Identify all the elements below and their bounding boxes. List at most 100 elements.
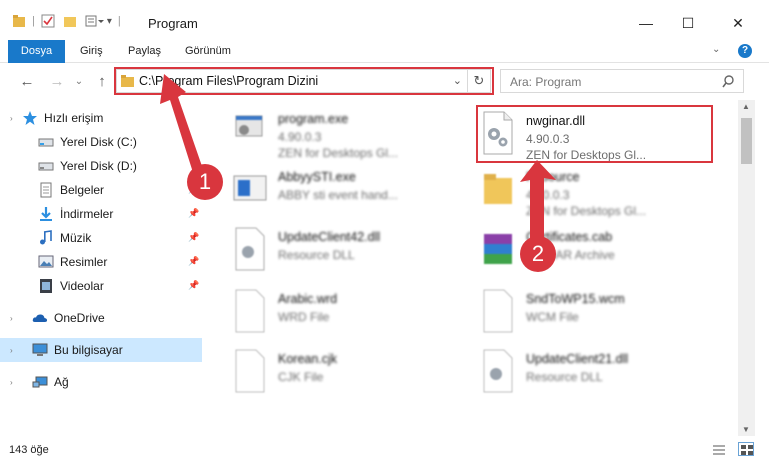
help-icon[interactable]: ? xyxy=(738,44,752,58)
file-name: Resource xyxy=(526,170,580,184)
dropdown-arrow-icon[interactable]: ▾ xyxy=(107,16,112,27)
sidebar-item-label: Resimler xyxy=(60,255,108,269)
sidebar-item-network[interactable]: › Ağ xyxy=(0,370,202,394)
file-item[interactable]: UpdateClient42.dll Resource DLL xyxy=(232,224,472,280)
sidebar-item-pictures[interactable]: Resimler 📌 xyxy=(0,250,202,274)
sidebar-item-label: Yerel Disk (C:) xyxy=(60,135,137,149)
search-input[interactable]: Ara: Program xyxy=(510,75,581,89)
file-description: ZEN for Desktops Gl... xyxy=(278,146,399,160)
dll-gear-icon xyxy=(483,349,513,393)
executable-icon xyxy=(233,175,267,201)
status-bar: 143 öğe xyxy=(0,436,769,476)
scrollbar-thumb[interactable] xyxy=(741,118,752,164)
file-name: SndToWP15.wcm xyxy=(526,292,625,306)
ribbon-tabs: Dosya Giriş Paylaş Görünüm ⌄ ? xyxy=(0,40,769,96)
video-icon xyxy=(40,279,52,293)
file-item[interactable]: Arabic.wrd WRD File xyxy=(232,286,472,342)
dll-gear-icon xyxy=(235,227,265,271)
file-version: 4.90.0.3 xyxy=(526,188,570,202)
search-icon[interactable] xyxy=(722,75,735,88)
drive-icon xyxy=(38,138,54,147)
window-title: Program xyxy=(148,16,198,31)
expand-arrow-icon[interactable]: › xyxy=(10,314,32,323)
drive-icon xyxy=(38,162,54,171)
folder-icon xyxy=(484,174,512,204)
sidebar-item-this-pc[interactable]: › Bu bilgisayar xyxy=(0,338,202,362)
tab-share[interactable]: Paylaş xyxy=(118,40,171,63)
sidebar-item-documents[interactable]: Belgeler 📌 xyxy=(0,178,202,202)
file-name: UpdateClient21.dll xyxy=(526,352,629,366)
sidebar-item-onedrive[interactable]: › OneDrive xyxy=(0,306,202,330)
scroll-up-icon[interactable]: ▲ xyxy=(742,102,750,111)
expand-arrow-icon[interactable]: › xyxy=(10,346,32,355)
cloud-icon xyxy=(32,314,48,322)
expand-arrow-icon[interactable]: › xyxy=(10,114,22,123)
sidebar-item-label: Hızlı erişim xyxy=(44,111,104,125)
sidebar-item-local-disk-d[interactable]: Yerel Disk (D:) xyxy=(0,154,202,178)
step-badge-2: 2 xyxy=(520,236,556,272)
back-arrow-icon[interactable]: ← xyxy=(18,73,36,91)
sidebar-item-label: Videolar xyxy=(60,279,104,293)
file-item[interactable]: UpdateClient21.dll Resource DLL xyxy=(480,346,720,402)
file-item[interactable]: SndToWP15.wcm WCM File xyxy=(480,286,720,342)
file-icon xyxy=(235,349,265,393)
pin-icon[interactable]: 📌 xyxy=(188,208,199,218)
pin-icon[interactable]: 📌 xyxy=(188,280,199,290)
sidebar-item-label: Ağ xyxy=(54,375,69,389)
tab-view[interactable]: Görünüm xyxy=(175,40,241,63)
expand-arrow-icon[interactable]: › xyxy=(10,378,32,387)
pictures-icon xyxy=(38,255,54,268)
large-icons-view-icon[interactable] xyxy=(738,442,754,456)
scroll-down-icon[interactable]: ▼ xyxy=(742,425,750,434)
pin-icon[interactable]: 📌 xyxy=(188,232,199,242)
maximize-button[interactable]: ☐ xyxy=(665,8,711,38)
file-version: 4.90.0.3 xyxy=(278,130,322,144)
sidebar-item-label: Müzik xyxy=(60,231,92,245)
file-highlight-box xyxy=(476,105,713,163)
properties-icon[interactable] xyxy=(41,14,55,28)
sidebar-item-local-disk-c[interactable]: Yerel Disk (C:) xyxy=(0,130,202,154)
sidebar-item-quick-access[interactable]: › Hızlı erişim xyxy=(0,106,202,130)
file-icon xyxy=(483,289,513,333)
address-highlight-box xyxy=(114,67,494,95)
file-description: WRD File xyxy=(278,310,330,324)
sidebar-item-downloads[interactable]: İndirmeler 📌 xyxy=(0,202,202,226)
minimize-button[interactable]: — xyxy=(623,8,669,38)
file-item[interactable]: program.exe 4.90.0.3 ZEN for Desktops Gl… xyxy=(232,106,472,162)
customize-toolbar-icon[interactable] xyxy=(85,14,105,28)
file-item[interactable]: AbbyySTI.exe ABBY sti event hand... xyxy=(232,164,472,220)
computer-icon xyxy=(32,343,48,356)
file-icon xyxy=(235,289,265,333)
new-folder-icon[interactable] xyxy=(63,14,77,28)
title-bar: | ▾ | Program — ☐ ✕ xyxy=(0,0,769,40)
file-description: CJK File xyxy=(278,370,324,384)
file-description: Resource DLL xyxy=(278,248,355,262)
recent-locations-icon[interactable]: ⌄ xyxy=(70,73,88,91)
documents-icon xyxy=(40,182,52,198)
file-description: Resource DLL xyxy=(526,370,603,384)
sidebar-item-music[interactable]: Müzik 📌 xyxy=(0,226,202,250)
tab-home[interactable]: Giriş xyxy=(70,40,113,63)
close-button[interactable]: ✕ xyxy=(715,8,761,38)
folder-icon[interactable] xyxy=(12,14,26,28)
step-badge-1: 1 xyxy=(187,164,223,200)
vertical-scrollbar[interactable]: ▲ ▼ xyxy=(738,100,755,436)
pin-icon[interactable]: 📌 xyxy=(188,256,199,266)
file-item[interactable]: Resource 4.90.0.3 ZEN for Desktops Gl... xyxy=(480,164,720,220)
file-description: ABBY sti event hand... xyxy=(278,188,398,202)
file-name: program.exe xyxy=(278,112,349,126)
expand-ribbon-icon[interactable]: ⌄ xyxy=(712,44,720,55)
details-view-icon[interactable] xyxy=(712,444,726,456)
search-box[interactable]: Ara: Program xyxy=(500,69,744,93)
file-name: AbbyySTI.exe xyxy=(278,170,356,184)
file-item[interactable]: Certificates.cab WinRAR Archive xyxy=(480,224,720,280)
quick-access-toolbar: | ▾ | xyxy=(12,12,127,30)
star-icon xyxy=(23,111,37,125)
sidebar-item-label: İndirmeler xyxy=(60,207,114,221)
sidebar-item-videos[interactable]: Videolar 📌 xyxy=(0,274,202,298)
forward-arrow-icon[interactable]: → xyxy=(48,73,66,91)
up-arrow-icon[interactable]: ↑ xyxy=(93,73,111,91)
download-icon xyxy=(40,207,52,221)
file-description: WCM File xyxy=(526,310,579,324)
file-item[interactable]: Korean.cjk CJK File xyxy=(232,346,472,402)
